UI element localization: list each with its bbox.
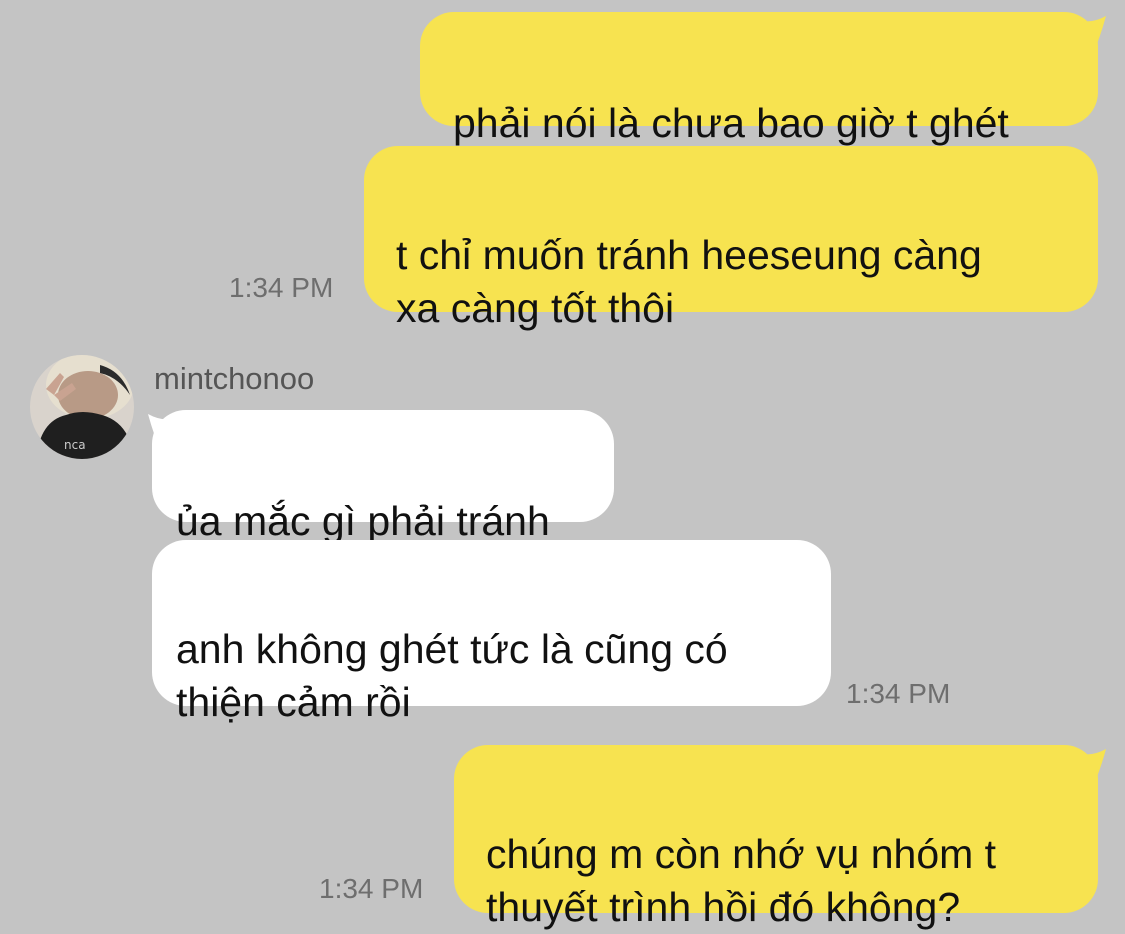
message-text: ủa mắc gì phải tránh	[176, 498, 550, 544]
outgoing-message[interactable]: chúng m còn nhớ vụ nhóm t thuyết trình h…	[454, 745, 1098, 930]
message-timestamp: 1:34 PM	[846, 678, 951, 709]
outgoing-message[interactable]: phải nói là chưa bao giờ t ghét	[420, 12, 1098, 146]
incoming-message[interactable]: anh không ghét tức là cũng có thiện cảm …	[152, 540, 831, 725]
contact-name: mintchonoo	[154, 361, 315, 396]
message-text: anh không ghét tức là cũng có thiện cảm …	[176, 626, 728, 725]
profile-photo-icon: nca	[30, 355, 134, 459]
message-text: t chỉ muốn tránh heeseung càng xa càng t…	[396, 232, 982, 331]
incoming-message[interactable]: ủa mắc gì phải tránh	[152, 410, 614, 544]
outgoing-message[interactable]: t chỉ muốn tránh heeseung càng xa càng t…	[364, 146, 1098, 331]
svg-text:nca: nca	[64, 438, 86, 452]
message-text: chúng m còn nhớ vụ nhóm t thuyết trình h…	[486, 831, 997, 930]
message-timestamp: 1:34 PM	[319, 873, 424, 904]
message-timestamp: 1:34 PM	[229, 272, 334, 303]
contact-avatar[interactable]: nca	[30, 355, 134, 459]
message-text: phải nói là chưa bao giờ t ghét	[453, 100, 1009, 146]
